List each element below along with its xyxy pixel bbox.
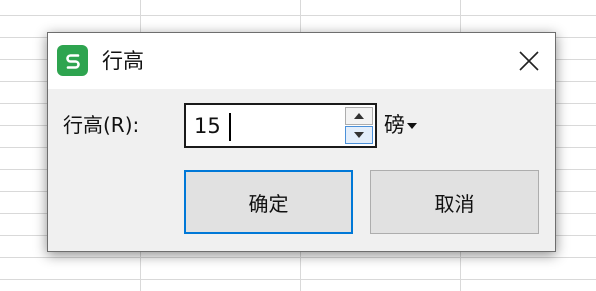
dialog-titlebar: 行高 <box>48 33 555 89</box>
spin-down-button[interactable] <box>345 126 373 144</box>
row-height-dialog: 行高 行高(R): 15 磅 确定 取消 <box>47 32 556 252</box>
ok-button[interactable]: 确定 <box>184 170 353 234</box>
close-icon <box>519 51 539 71</box>
dropdown-arrow-icon <box>407 123 417 129</box>
unit-label: 磅 <box>384 113 405 137</box>
spin-up-arrow-icon <box>354 113 364 119</box>
close-button[interactable] <box>511 43 547 79</box>
cancel-button[interactable]: 取消 <box>370 170 539 234</box>
unit-dropdown[interactable]: 磅 <box>384 111 417 139</box>
row-height-label: 行高(R): <box>63 113 140 137</box>
dialog-title: 行高 <box>102 49 144 73</box>
row-height-input[interactable] <box>194 111 334 141</box>
spin-buttons <box>345 107 373 144</box>
row-height-spinbox[interactable] <box>184 103 377 148</box>
text-caret <box>229 113 231 141</box>
spin-down-arrow-icon <box>354 132 364 138</box>
row-height-row: 行高(R): 磅 <box>48 103 555 148</box>
spin-up-button[interactable] <box>345 107 373 125</box>
wps-spreadsheet-icon <box>57 45 88 76</box>
